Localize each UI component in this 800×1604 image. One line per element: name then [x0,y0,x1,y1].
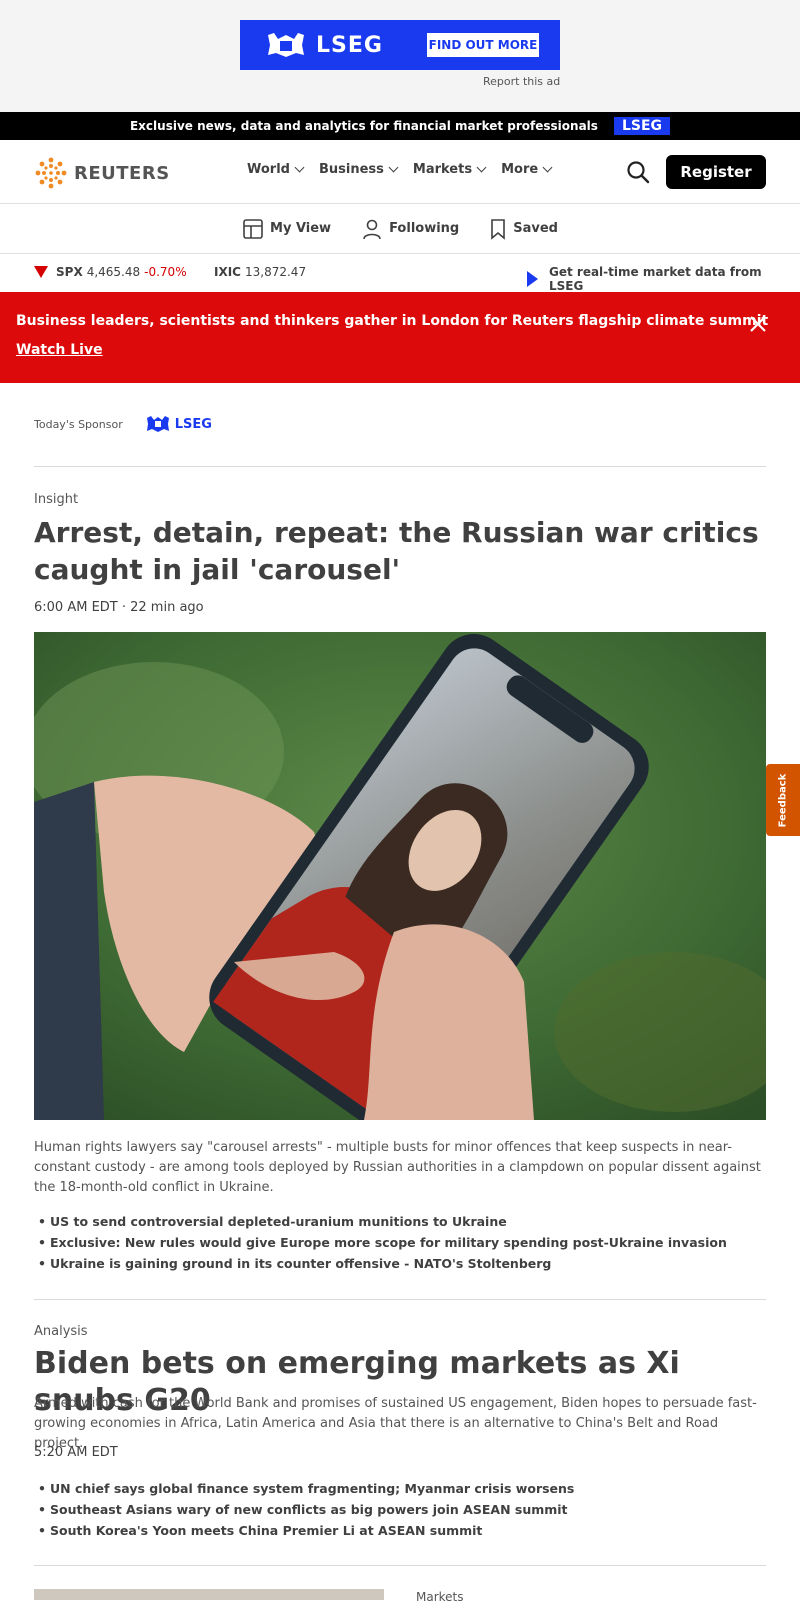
sponsor-row: Today's Sponsor LSEG [34,415,212,433]
article1-summary: Human rights lawyers say "carousel arres… [34,1140,761,1195]
sponsor-brand-text: LSEG [174,416,212,432]
ad-band: LSEG FIND OUT MORE Report this ad [0,0,800,112]
article1-kicker[interactable]: Insight [34,492,78,507]
my-view-label: My View [270,221,332,236]
search-button[interactable] [626,160,650,184]
nav-business-label: Business [318,162,384,177]
saved-label: Saved [513,221,558,236]
article3-kicker[interactable]: Markets [416,1590,464,1604]
promo-text: Exclusive news, data and analytics for f… [129,119,598,133]
article1-hero-image[interactable] [34,632,766,1120]
promo-lseg-badge: LSEG [613,117,670,135]
nav-world[interactable]: World [247,162,305,177]
down-triangle-icon [34,266,48,278]
reuters-wordmark: REUTERS [74,162,170,184]
ticker-ixic-value: 13,872.47 [245,265,307,279]
divider [34,466,766,467]
nav-business[interactable]: Business [318,162,399,177]
saved-link[interactable]: Saved [489,218,558,240]
lseg-crest-icon [146,416,169,432]
divider [34,1299,766,1300]
lseg-logo: LSEG [264,29,383,61]
register-button[interactable]: Register [666,155,766,189]
banner-text: Business leaders, scientists and thinker… [16,313,769,329]
article2-timestamp: 5:20 AM EDT [34,1445,118,1460]
chevron-down-icon [294,162,305,173]
site-header: REUTERS World Business Markets More Regi… [0,140,800,204]
ticker-ixic-name: IXIC [214,265,241,279]
play-icon [527,271,538,287]
article3-thumbnail[interactable] [34,1589,384,1600]
my-view-link[interactable]: My View [242,218,331,240]
article1-headline[interactable]: Arrest, detain, repeat: the Russian war … [34,514,774,588]
sponsor-label: Today's Sponsor [34,417,123,431]
article2-summary: Armed with cash for the World Bank and p… [34,1396,757,1451]
reuters-logo[interactable]: REUTERS [34,156,170,190]
ticker-spx-name: SPX [56,265,83,279]
article1-timestamp: 6:00 AM EDT · 22 min ago [34,600,204,615]
ticker-ixic[interactable]: IXIC 13,872.47 [214,265,306,279]
reuters-dots-icon [35,157,67,189]
chevron-down-icon [388,162,399,173]
related-link[interactable]: Exclusive: New rules would give Europe m… [34,1232,766,1253]
divider [34,1565,766,1566]
lseg-crest-icon [268,33,304,57]
sponsor-lseg-logo[interactable]: LSEG [145,415,212,433]
ad-banner[interactable]: LSEG FIND OUT MORE [240,20,560,70]
following-link[interactable]: Following [361,218,459,240]
market-ticker: SPX 4,465.48 -0.70% IXIC 13,872.47 Get r… [0,254,800,293]
bookmark-icon [491,218,506,240]
sub-nav: My View Following Saved [0,204,800,254]
lseg-market-data-link[interactable]: Get real-time market data from LSEG [527,265,800,293]
watch-live-link[interactable]: Watch Live [16,342,103,358]
layout-icon [243,218,263,239]
related-link[interactable]: South Korea's Yoon meets China Premier L… [34,1520,766,1541]
hands-holding-phone-photo [34,632,766,1120]
promo-bar[interactable]: Exclusive news, data and analytics for f… [0,112,800,140]
nav-more[interactable]: More [501,162,553,177]
article1-related-list: US to send controversial depleted-uraniu… [34,1211,766,1274]
ticker-spx-value: 4,465.48 [86,265,141,279]
lseg-market-data-label: Get real-time market data from LSEG [549,265,762,293]
related-link[interactable]: UN chief says global finance system frag… [34,1478,766,1499]
related-link[interactable]: Southeast Asians wary of new conflicts a… [34,1499,766,1520]
chevron-down-icon [542,162,553,173]
close-icon [750,316,766,332]
nav-world-label: World [247,162,290,177]
main-nav: World Business Markets More [247,162,553,177]
breaking-banner: Business leaders, scientists and thinker… [0,292,800,383]
article2-kicker[interactable]: Analysis [34,1324,88,1339]
person-icon [363,219,381,239]
related-link[interactable]: Ukraine is gaining ground in its counter… [34,1253,766,1274]
close-banner-button[interactable] [748,314,768,338]
ticker-spx-change: -0.70% [144,265,187,279]
nav-markets-label: Markets [412,162,473,177]
feedback-tab[interactable]: Feedback [766,764,800,836]
related-link[interactable]: US to send controversial depleted-uraniu… [34,1211,766,1232]
find-out-more-button[interactable]: FIND OUT MORE [427,33,539,57]
article2-related-list: UN chief says global finance system frag… [34,1478,766,1541]
report-ad-link[interactable]: Report this ad [483,75,560,88]
following-label: Following [389,221,460,236]
nav-markets[interactable]: Markets [412,162,487,177]
nav-more-label: More [501,162,539,177]
search-icon [627,161,650,184]
ad-brand-text: LSEG [316,32,383,58]
ticker-spx[interactable]: SPX 4,465.48 -0.70% [34,265,187,279]
feedback-label: Feedback [777,773,789,827]
chevron-down-icon [476,162,487,173]
